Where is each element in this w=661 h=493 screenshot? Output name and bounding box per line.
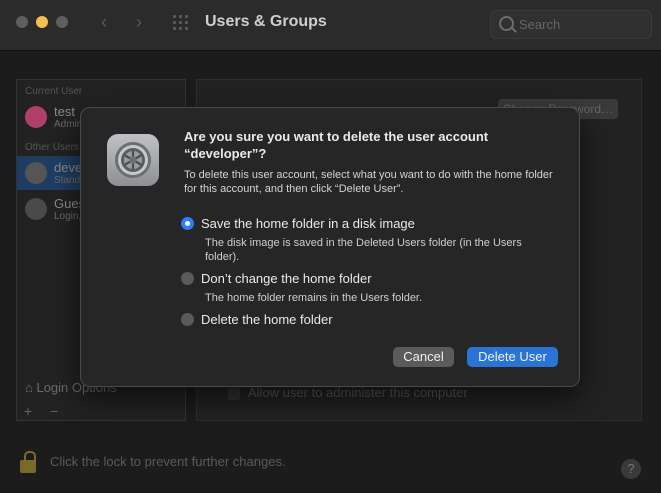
user-name: test bbox=[54, 104, 75, 119]
lock-text: Click the lock to prevent further change… bbox=[50, 454, 286, 469]
search-field[interactable]: Search bbox=[490, 10, 652, 39]
close-window-button[interactable] bbox=[16, 16, 28, 28]
cancel-button[interactable]: Cancel bbox=[393, 347, 454, 367]
user-role: Admin bbox=[54, 119, 83, 130]
delete-user-dialog: Are you sure you want to delete the user… bbox=[80, 107, 580, 387]
other-users-header: Other Users bbox=[25, 142, 79, 153]
search-placeholder: Search bbox=[519, 17, 561, 32]
lock-icon[interactable] bbox=[20, 451, 36, 474]
avatar bbox=[25, 106, 47, 128]
add-remove-bar: + − bbox=[16, 403, 184, 425]
add-user-button[interactable]: + bbox=[24, 403, 32, 419]
system-preferences-gear-icon bbox=[107, 134, 159, 186]
radio-button[interactable] bbox=[181, 313, 194, 326]
delete-user-button[interactable]: Delete User bbox=[467, 347, 558, 367]
avatar bbox=[25, 162, 47, 184]
option-description: The home folder remains in the Users fol… bbox=[205, 292, 423, 304]
remove-user-button[interactable]: − bbox=[50, 403, 58, 419]
window-titlebar: ‹ › Users & Groups Search bbox=[0, 0, 661, 51]
search-icon bbox=[499, 16, 514, 31]
admin-checkbox-label: Allow user to administer this computer bbox=[248, 385, 468, 400]
current-user-header: Current User bbox=[25, 86, 83, 97]
back-icon[interactable]: ‹ bbox=[95, 13, 113, 31]
dialog-title: Are you sure you want to delete the user… bbox=[184, 129, 489, 161]
zoom-window-button[interactable] bbox=[56, 16, 68, 28]
lock-row[interactable]: Click the lock to prevent further change… bbox=[20, 451, 286, 474]
option-label: Save the home folder in a disk image bbox=[201, 216, 415, 231]
dialog-message: To delete this user account, select what… bbox=[184, 169, 553, 195]
admin-checkbox-row[interactable]: Allow user to administer this computer bbox=[228, 385, 468, 400]
option-description: The disk image is saved in the Deleted U… bbox=[205, 237, 522, 263]
avatar bbox=[25, 198, 47, 220]
show-all-grid-icon[interactable] bbox=[172, 14, 190, 32]
window-title: Users & Groups bbox=[205, 13, 327, 30]
radio-button[interactable] bbox=[181, 272, 194, 285]
radio-button-selected[interactable] bbox=[181, 217, 194, 230]
help-button[interactable]: ? bbox=[621, 459, 641, 479]
option-label: Don’t change the home folder bbox=[201, 271, 372, 286]
house-icon: ⌂ bbox=[25, 380, 37, 395]
minimize-window-button[interactable] bbox=[36, 16, 48, 28]
forward-icon[interactable]: › bbox=[130, 13, 148, 31]
option-label: Delete the home folder bbox=[201, 312, 333, 327]
admin-checkbox[interactable] bbox=[228, 387, 240, 400]
